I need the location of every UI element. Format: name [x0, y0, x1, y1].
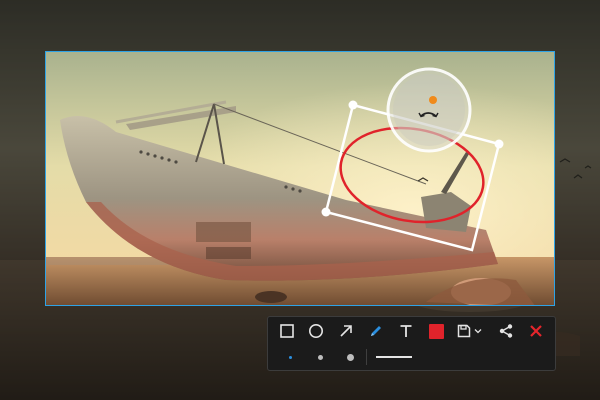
- close-button[interactable]: [524, 320, 548, 342]
- line-width-preview[interactable]: [376, 356, 412, 358]
- share-button[interactable]: [494, 320, 518, 342]
- color-swatch: [428, 323, 444, 339]
- divider: [366, 349, 367, 365]
- resize-handle[interactable]: [348, 100, 358, 110]
- rotate-handle[interactable]: [386, 67, 472, 153]
- share-icon: [499, 324, 513, 338]
- annotation-toolbar: [267, 316, 556, 371]
- ellipse-icon: [309, 324, 323, 338]
- brush-size-small[interactable]: [289, 356, 292, 359]
- close-icon: [530, 325, 542, 337]
- color-picker-button[interactable]: [424, 320, 448, 342]
- rectangle-tool-button[interactable]: [275, 320, 299, 342]
- save-icon: [457, 324, 471, 338]
- resize-handle[interactable]: [321, 207, 331, 217]
- arrow-tool-button[interactable]: [334, 320, 358, 342]
- pencil-icon: [371, 326, 381, 336]
- chevron-down-icon: [474, 329, 482, 334]
- resize-handle[interactable]: [494, 139, 504, 149]
- brush-size-medium[interactable]: [318, 355, 323, 360]
- text-icon: [400, 325, 412, 337]
- rectangle-icon: [280, 324, 294, 338]
- brush-size-row: [268, 346, 555, 368]
- brush-size-large[interactable]: [347, 354, 354, 361]
- ellipse-tool-button[interactable]: [304, 320, 328, 342]
- cursor-dot-icon: [429, 96, 437, 104]
- arrow-icon: [340, 325, 352, 337]
- pencil-tool-button[interactable]: [364, 320, 388, 342]
- text-tool-button[interactable]: [394, 320, 418, 342]
- save-button[interactable]: [454, 320, 484, 342]
